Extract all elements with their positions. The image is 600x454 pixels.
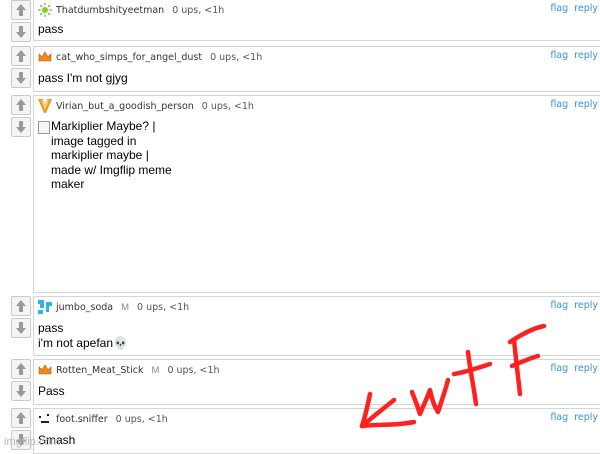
- broken-image-icon: [38, 121, 50, 134]
- comment-box: cat_who_simps_for_angel_dust 0 ups, <1h …: [33, 46, 600, 92]
- arrow-up-icon: [16, 50, 26, 62]
- comment-meta: 0 ups, <1h: [172, 4, 225, 16]
- v-badge-icon: [38, 99, 52, 113]
- flag-link[interactable]: flag: [550, 99, 568, 110]
- comment-text: pass: [34, 22, 600, 37]
- comment-actions: flag reply: [544, 50, 598, 61]
- username[interactable]: cat_who_simps_for_angel_dust: [56, 52, 202, 63]
- handwritten-wtf-annotation: [359, 323, 547, 429]
- arrow-up-icon: [16, 4, 26, 16]
- arrow-down-icon: [16, 322, 26, 334]
- vote-controls: [11, 296, 31, 340]
- arrow-up-icon: [16, 99, 26, 111]
- image-alt-text: Markiplier Maybe? | image tagged in mark…: [51, 119, 172, 191]
- username[interactable]: Thatdumbshityeetman: [56, 5, 164, 16]
- flag-link[interactable]: flag: [550, 363, 568, 374]
- comment: Virian_but_a_goodish_person 0 ups, <1h f…: [0, 95, 600, 293]
- comment-text: pass I'm not gjyg: [34, 71, 600, 86]
- reply-link[interactable]: reply: [574, 300, 598, 311]
- username[interactable]: jumbo_soda: [56, 302, 113, 313]
- reply-link[interactable]: reply: [574, 363, 598, 374]
- comment-header: cat_who_simps_for_angel_dust 0 ups, <1h …: [34, 47, 600, 67]
- arrow-down-icon: [16, 121, 26, 133]
- comment-header: jumbo_soda M 0 ups, <1h flag reply: [34, 297, 600, 317]
- reply-link[interactable]: reply: [574, 50, 598, 61]
- comment-header: Virian_but_a_goodish_person 0 ups, <1h f…: [34, 96, 600, 116]
- downvote-button[interactable]: [11, 318, 31, 338]
- reply-link[interactable]: reply: [574, 99, 598, 110]
- mod-badge: M: [121, 301, 130, 313]
- pixel-badge-icon: [38, 300, 52, 314]
- reply-link[interactable]: reply: [574, 412, 598, 423]
- upvote-button[interactable]: [11, 95, 31, 115]
- username[interactable]: Rotten_Meat_Stick: [56, 365, 144, 376]
- upvote-button[interactable]: [11, 408, 31, 428]
- upvote-button[interactable]: [11, 296, 31, 316]
- broken-meme-image[interactable]: Markiplier Maybe? | image tagged in mark…: [38, 119, 178, 192]
- flag-link[interactable]: flag: [550, 3, 568, 14]
- comment-meta: 0 ups, <1h: [115, 413, 168, 425]
- comment-actions: flag reply: [544, 412, 598, 423]
- flag-link[interactable]: flag: [550, 50, 568, 61]
- vote-controls: [11, 0, 31, 44]
- comment-box: Thatdumbshityeetman 0 ups, <1h flag reply…: [33, 0, 600, 41]
- upvote-button[interactable]: [11, 46, 31, 66]
- comment-meta: 0 ups, <1h: [201, 100, 254, 112]
- comment-actions: flag reply: [544, 99, 598, 110]
- arrow-up-icon: [16, 412, 26, 424]
- downvote-button[interactable]: [11, 117, 31, 137]
- arrow-up-icon: [16, 363, 26, 375]
- comment-box: Virian_but_a_goodish_person 0 ups, <1h f…: [33, 95, 600, 293]
- crown-icon: [38, 363, 52, 377]
- arrow-down-icon: [16, 385, 26, 397]
- comment-actions: flag reply: [544, 363, 598, 374]
- arrow-down-icon: [16, 26, 26, 38]
- username[interactable]: foot.sniffer: [56, 414, 108, 425]
- watermark: imgflip.com: [4, 436, 60, 448]
- downvote-button[interactable]: [11, 68, 31, 88]
- mod-badge: M: [151, 364, 160, 376]
- face-icon: [38, 412, 52, 426]
- flag-link[interactable]: flag: [550, 300, 568, 311]
- comment-meta: 0 ups, <1h: [137, 301, 190, 313]
- downvote-button[interactable]: [11, 381, 31, 401]
- comment-actions: flag reply: [544, 3, 598, 14]
- arrow-down-icon: [16, 72, 26, 84]
- comment-meta: 0 ups, <1h: [167, 364, 220, 376]
- flag-link[interactable]: flag: [550, 412, 568, 423]
- downvote-button[interactable]: [11, 22, 31, 42]
- reply-link[interactable]: reply: [574, 3, 598, 14]
- comment-text: Markiplier Maybe? | image tagged in mark…: [34, 119, 600, 192]
- upvote-button[interactable]: [11, 0, 31, 20]
- comment-meta: 0 ups, <1h: [210, 51, 263, 63]
- comment-header: Thatdumbshityeetman 0 ups, <1h flag reply: [34, 0, 600, 20]
- comment-actions: flag reply: [544, 300, 598, 311]
- comment: Thatdumbshityeetman 0 ups, <1h flag reply…: [0, 0, 600, 42]
- comment: cat_who_simps_for_angel_dust 0 ups, <1h …: [0, 46, 600, 92]
- username[interactable]: Virian_but_a_goodish_person: [56, 101, 194, 112]
- upvote-button[interactable]: [11, 359, 31, 379]
- arrow-up-icon: [16, 300, 26, 312]
- vote-controls: [11, 46, 31, 90]
- sun-icon: [38, 3, 52, 17]
- comment-line: pass: [38, 22, 64, 36]
- comment-line: pass I'm not gjyg: [38, 71, 128, 85]
- crown-icon: [38, 50, 52, 64]
- vote-controls: [11, 359, 31, 403]
- vote-controls: [11, 95, 31, 139]
